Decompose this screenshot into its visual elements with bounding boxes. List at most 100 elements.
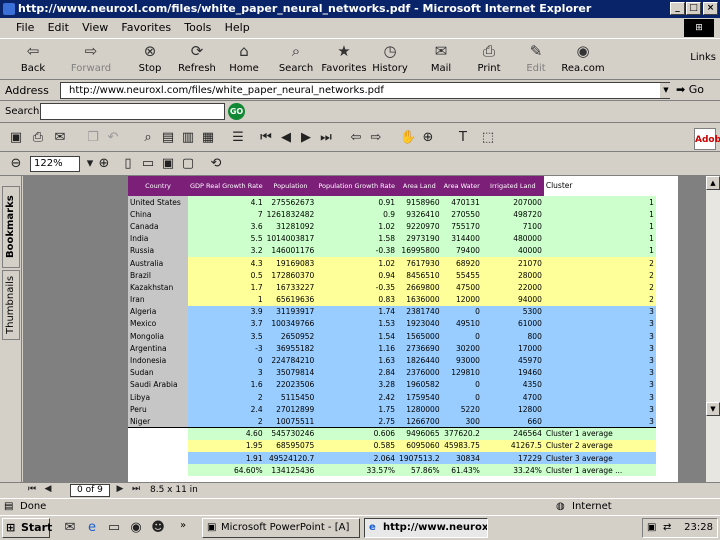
quicklaunch-desktop-icon[interactable]: ▭ xyxy=(106,520,122,535)
menu-help[interactable]: Help xyxy=(225,21,250,34)
tray-network-icon[interactable]: ⇄ xyxy=(663,519,671,537)
quicklaunch-app-icon[interactable]: ☻ xyxy=(150,520,166,535)
forward-view-icon[interactable]: ⇨ xyxy=(368,130,384,145)
value-cell: 1280000 xyxy=(397,403,442,416)
undo-icon[interactable]: ↶ xyxy=(105,130,121,145)
summary-label-cell: Cluster 2 average xyxy=(543,439,656,452)
country-cell: China xyxy=(128,208,188,221)
value-cell: 3.2 xyxy=(188,244,265,257)
back-view-icon[interactable]: ⇦ xyxy=(348,130,364,145)
refresh-button[interactable]: ⟳ Refresh xyxy=(174,41,220,74)
select-text-icon[interactable]: ▤ xyxy=(160,130,176,145)
value-cell: 55455 xyxy=(441,269,482,282)
address-dropdown-icon[interactable]: ▼ xyxy=(660,83,672,98)
value-cell: 207000 xyxy=(481,196,544,209)
menu-file[interactable]: File xyxy=(16,21,34,34)
close-button[interactable]: × xyxy=(703,2,718,15)
value-cell: 36955182 xyxy=(264,342,317,355)
windows-flag-icon: ⊞ xyxy=(6,521,16,534)
tab-thumbnails[interactable]: Thumbnails xyxy=(2,270,20,340)
page2-icon[interactable]: ▦ xyxy=(200,130,216,145)
country-cell: Sudan xyxy=(128,366,188,379)
value-cell: 0 xyxy=(188,354,265,367)
zoom-tool-icon[interactable]: ⊕ xyxy=(420,130,436,145)
tab-bookmarks[interactable]: Bookmarks xyxy=(2,186,20,268)
page-number-field[interactable]: 0 of 9 xyxy=(70,484,110,497)
real-com-button[interactable]: ◉ Rea.com xyxy=(558,41,608,74)
value-cell: 1923040 xyxy=(397,317,442,331)
address-input[interactable]: http://www.neuroxl.com/files/white_paper… xyxy=(60,82,670,99)
scroll-down-icon[interactable]: ▼ xyxy=(706,402,720,416)
value-cell: 1 xyxy=(188,293,265,306)
tray-monitor-icon[interactable]: ▣ xyxy=(647,519,656,537)
value-cell: 61000 xyxy=(481,317,544,331)
menu-view[interactable]: View xyxy=(82,21,108,34)
scroll-up-icon[interactable]: ▲ xyxy=(706,176,720,190)
graphics-select-icon[interactable]: ⬚ xyxy=(480,130,496,145)
address-label: Address xyxy=(5,84,49,97)
menu-edit[interactable]: Edit xyxy=(48,21,69,34)
blank-cell xyxy=(128,439,188,452)
country-cell: Niger xyxy=(128,415,188,428)
quicklaunch-outlook-icon[interactable]: ✉ xyxy=(62,520,78,535)
taskbar-ie-window[interactable]: ehttp://www.neuroxl.c... xyxy=(364,518,488,538)
prev-page-icon[interactable]: ◀ xyxy=(278,130,294,145)
quicklaunch-ie-icon[interactable]: e xyxy=(84,520,100,535)
first-page-nav-icon[interactable]: ⏮ xyxy=(24,484,40,494)
last-page-nav-icon[interactable]: ⏭ xyxy=(128,484,144,494)
last-page-icon[interactable]: ⏭ xyxy=(318,130,334,145)
prev-page-nav-icon[interactable]: ◀ xyxy=(40,484,56,494)
favorites-button[interactable]: ★ Favorites xyxy=(319,41,369,74)
email-icon[interactable]: ✉ xyxy=(52,130,68,145)
history-button[interactable]: ◷ History xyxy=(367,41,413,74)
print-icon[interactable]: ⎙ xyxy=(30,130,46,145)
done-page-icon: ▤ xyxy=(4,501,14,512)
fit-page-icon[interactable]: ▭ xyxy=(140,156,156,171)
start-button[interactable]: ⊞ Start xyxy=(2,518,52,538)
go-button[interactable]: ➡ Go xyxy=(676,83,704,96)
zoom-in-icon[interactable]: ⊕ xyxy=(96,156,112,171)
value-cell: 31281092 xyxy=(264,220,317,233)
forward-button[interactable]: ⇨ Forward xyxy=(68,41,114,74)
cluster-cell: 1 xyxy=(543,208,656,221)
next-page-icon[interactable]: ▶ xyxy=(298,130,314,145)
find-icon[interactable]: ⌕ xyxy=(140,130,156,145)
page-icon[interactable]: ▥ xyxy=(180,130,196,145)
home-button[interactable]: ⌂ Home xyxy=(221,41,267,74)
mail-button[interactable]: ✉ Mail xyxy=(418,41,464,74)
first-page-icon[interactable]: ⏮ xyxy=(258,130,274,145)
maximize-button[interactable]: □ xyxy=(686,2,701,15)
edit-button[interactable]: ✎ Edit xyxy=(513,41,559,74)
stop-icon: ⊗ xyxy=(143,42,157,60)
stop-button[interactable]: ⊗ Stop xyxy=(127,41,173,74)
menu-favorites[interactable]: Favorites xyxy=(121,21,171,34)
vertical-scrollbar[interactable]: ▲ ▼ xyxy=(705,176,720,482)
save-icon[interactable]: ▣ xyxy=(8,130,24,145)
outline-icon[interactable]: ☰ xyxy=(230,130,246,145)
taskbar-powerpoint[interactable]: ▣ Microsoft PowerPoint - [A] xyxy=(202,518,360,538)
zoom-out-icon[interactable]: ⊖ xyxy=(8,156,24,171)
quicklaunch-mediaplayer-icon[interactable]: ◉ xyxy=(128,520,144,535)
text-select-icon[interactable]: T xyxy=(455,130,471,145)
zoom-input[interactable]: 122% xyxy=(30,156,80,172)
summary-value-cell: 45983.75 xyxy=(441,439,482,452)
actual-size-icon[interactable]: ▯ xyxy=(120,156,136,171)
links-button[interactable]: Links xyxy=(690,52,716,63)
value-cell: 300 xyxy=(441,415,482,428)
back-button[interactable]: ⇦ Back xyxy=(10,41,56,74)
rotate-icon[interactable]: ⟲ xyxy=(208,156,224,171)
copy-icon[interactable]: ❐ xyxy=(85,130,101,145)
value-cell: 2.75 xyxy=(316,415,398,428)
next-page-nav-icon[interactable]: ▶ xyxy=(112,484,128,494)
summary-label-cell: Cluster 3 average xyxy=(543,451,656,465)
menu-tools[interactable]: Tools xyxy=(184,21,211,34)
quicklaunch-more[interactable]: » xyxy=(180,520,186,531)
fit-visible-icon[interactable]: ▢ xyxy=(180,156,196,171)
print-button[interactable]: ⎙ Print xyxy=(466,41,512,74)
search-input[interactable] xyxy=(40,103,225,120)
search-button[interactable]: ⌕ Search xyxy=(273,41,319,74)
search-go-button[interactable]: GO xyxy=(228,103,245,120)
hand-tool-icon[interactable]: ✋ xyxy=(400,130,416,145)
fit-width-icon[interactable]: ▣ xyxy=(160,156,176,171)
minimize-button[interactable]: _ xyxy=(670,2,685,15)
